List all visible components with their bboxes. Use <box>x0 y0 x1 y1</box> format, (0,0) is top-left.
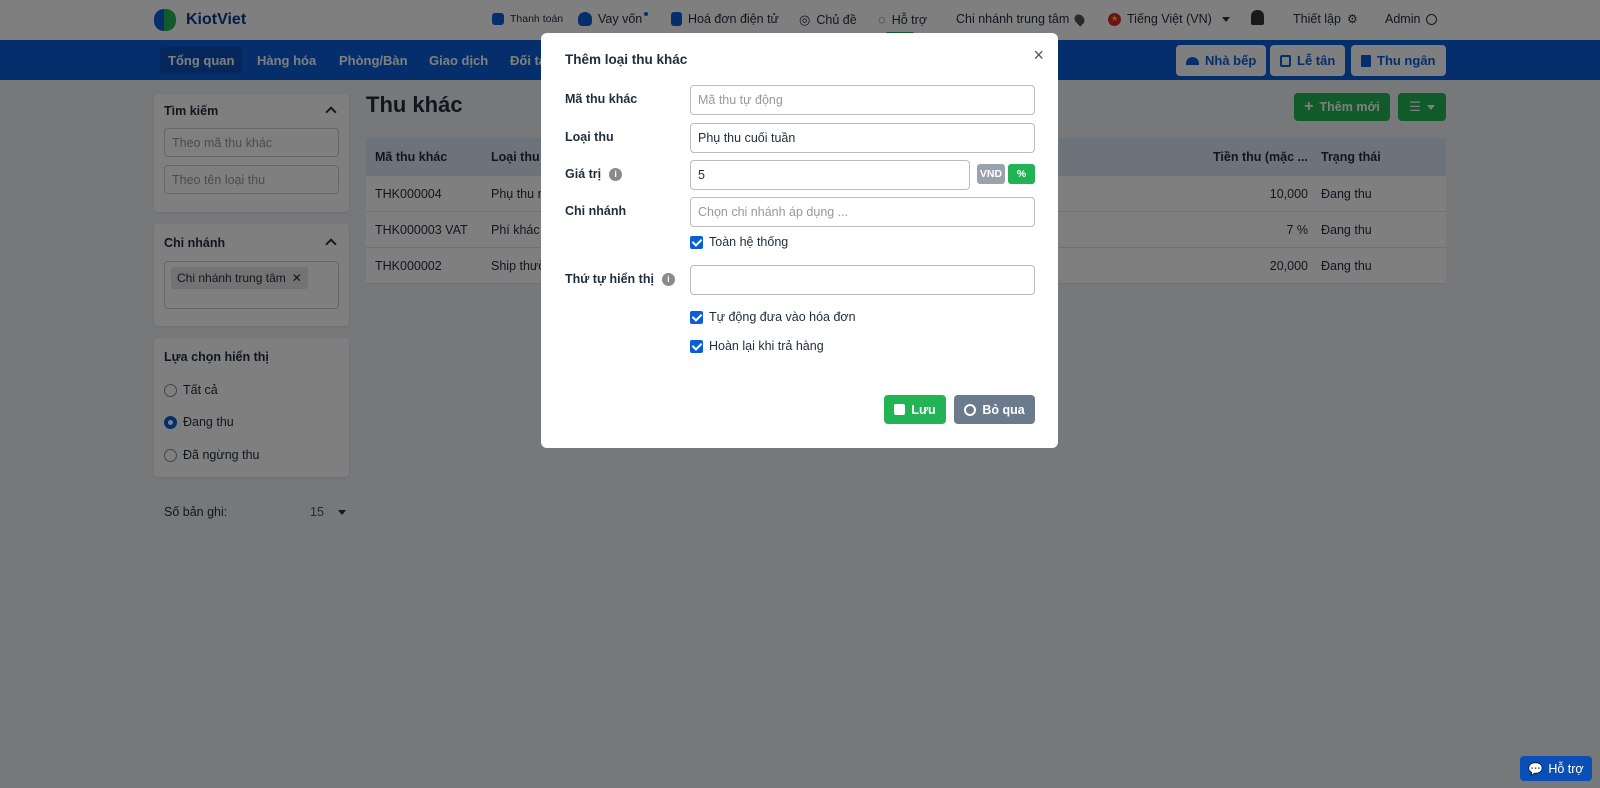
order-label-row: Thứ tự hiển thị i <box>565 272 675 286</box>
branch-label: Chi nhánh <box>565 204 627 218</box>
unit-percent-toggle[interactable]: % <box>1008 164 1035 184</box>
value-label-row: Giá trị i <box>565 167 623 181</box>
order-input[interactable] <box>690 265 1035 295</box>
dialog-title: Thêm loại thu khác <box>565 52 688 67</box>
floating-support-button[interactable]: 💬 Hỗ trợ <box>1520 756 1592 781</box>
info-icon[interactable]: i <box>609 167 623 181</box>
system-wide-label: Toàn hệ thống <box>709 235 789 249</box>
floppy-disk-icon <box>894 404 906 415</box>
auto-invoice-checkbox-row[interactable]: Tự động đưa vào hóa đơn <box>690 310 856 324</box>
type-label: Loại thu <box>565 130 614 144</box>
auto-invoice-checkbox[interactable] <box>690 310 703 324</box>
code-input[interactable]: Mã thu tự động <box>690 85 1035 115</box>
skip-button[interactable]: Bỏ qua <box>954 395 1035 424</box>
code-label: Mã thu khác <box>565 92 638 106</box>
refund-checkbox[interactable] <box>690 339 703 353</box>
save-label: Lưu <box>911 402 936 417</box>
system-wide-checkbox[interactable] <box>690 235 703 249</box>
value-input[interactable]: 5 <box>690 160 970 190</box>
auto-invoice-label: Tự động đưa vào hóa đơn <box>709 310 856 324</box>
add-other-income-dialog: Thêm loại thu khác × Mã thu khác Mã thu … <box>541 33 1058 448</box>
skip-label: Bỏ qua <box>982 402 1025 417</box>
system-wide-checkbox-row[interactable]: Toàn hệ thống <box>690 235 788 249</box>
order-label: Thứ tự hiển thị <box>565 272 654 286</box>
refund-label: Hoàn lại khi trả hàng <box>709 339 824 353</box>
info-icon[interactable]: i <box>661 272 675 286</box>
floating-support-label: Hỗ trợ <box>1548 761 1584 776</box>
save-button[interactable]: Lưu <box>884 395 946 424</box>
branch-select[interactable]: Chọn chi nhánh áp dụng ... <box>690 197 1035 227</box>
value-label: Giá trị <box>565 167 602 181</box>
refund-checkbox-row[interactable]: Hoàn lại khi trả hàng <box>690 339 824 353</box>
close-icon[interactable]: × <box>1033 45 1044 66</box>
unit-vnd-toggle[interactable]: VND <box>977 164 1005 184</box>
ban-icon <box>964 403 977 416</box>
chat-bubble-icon: 💬 <box>1528 761 1544 776</box>
type-input[interactable]: Phụ thu cuối tuần <box>690 123 1035 153</box>
